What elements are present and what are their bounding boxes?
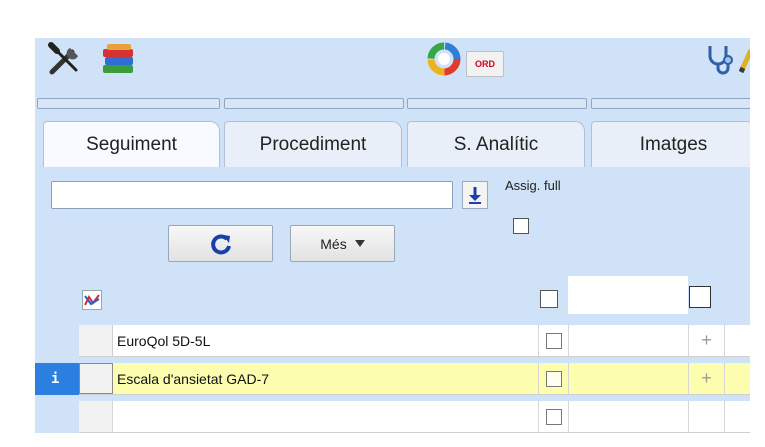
tab-imatges-label: Imatges xyxy=(639,133,708,155)
row-name-cell: EuroQol 5D-5L xyxy=(113,325,539,356)
table-row[interactable]: EuroQol 5D-5L + xyxy=(79,325,750,357)
stethoscope-icon[interactable] xyxy=(701,40,739,78)
refresh-button[interactable] xyxy=(168,225,273,262)
ord-label: ORD xyxy=(475,59,495,69)
splitter-4[interactable] xyxy=(591,98,750,109)
row-add-button[interactable]: + xyxy=(689,325,725,356)
main-panel: ORD Seguiment Procediment S. Analític Im… xyxy=(35,38,750,433)
row-checkbox-cell[interactable] xyxy=(539,401,569,432)
mes-button[interactable]: Més xyxy=(290,225,395,262)
table-row[interactable] xyxy=(79,401,750,433)
cycle-icon[interactable] xyxy=(423,40,465,78)
new-document-icon[interactable] xyxy=(689,286,711,308)
tab-procediment-label: Procediment xyxy=(259,133,367,155)
tab-s-analitic[interactable]: S. Analític xyxy=(407,121,585,167)
ord-button[interactable]: ORD xyxy=(466,51,504,77)
chart-icon[interactable] xyxy=(82,290,102,310)
info-icon: i xyxy=(51,371,60,387)
row-handle[interactable] xyxy=(79,325,113,356)
splitter-3[interactable] xyxy=(407,98,587,109)
download-arrow-icon xyxy=(469,187,481,204)
row-add-button[interactable] xyxy=(689,401,725,432)
app-window: ORD Seguiment Procediment S. Analític Im… xyxy=(0,0,765,447)
assig-full-checkbox[interactable] xyxy=(513,218,529,234)
header-field xyxy=(568,276,688,314)
row-checkbox-cell[interactable] xyxy=(539,363,569,394)
tab-imatges[interactable]: Imatges xyxy=(591,121,750,167)
tab-seguiment-label: Seguiment xyxy=(86,133,177,155)
row-checkbox[interactable] xyxy=(545,332,562,349)
row-value-cell[interactable] xyxy=(569,401,689,432)
row-checkbox[interactable] xyxy=(545,408,562,425)
row-handle[interactable] xyxy=(79,401,113,432)
plus-icon: + xyxy=(701,368,712,388)
splitter-2[interactable] xyxy=(224,98,404,109)
plus-icon: + xyxy=(701,330,712,350)
row-label: Escala d'ansietat GAD-7 xyxy=(117,370,270,387)
table-row[interactable]: Escala d'ansietat GAD-7 + xyxy=(79,363,750,395)
tab-s-analitic-label: S. Analític xyxy=(453,133,539,155)
row-name-cell xyxy=(113,401,539,432)
row-label: EuroQol 5D-5L xyxy=(117,332,211,349)
row-checkbox[interactable] xyxy=(545,370,562,387)
assig-full-label: Assig. full xyxy=(505,178,561,193)
row-value-cell[interactable] xyxy=(569,363,689,394)
info-indicator[interactable]: i xyxy=(35,363,79,395)
search-input[interactable] xyxy=(51,181,453,209)
row-value-cell[interactable] xyxy=(569,325,689,356)
tab-procediment[interactable]: Procediment xyxy=(224,121,402,167)
tools-icon[interactable] xyxy=(41,40,91,78)
tab-seguiment[interactable]: Seguiment xyxy=(43,121,220,167)
row-checkbox-cell[interactable] xyxy=(539,325,569,356)
splitter-1[interactable] xyxy=(37,98,220,109)
mes-label: Més xyxy=(320,235,347,252)
pen-icon[interactable] xyxy=(739,40,750,78)
chevron-down-icon xyxy=(354,239,365,247)
row-handle[interactable] xyxy=(79,363,113,394)
refresh-icon xyxy=(210,233,231,254)
header-checkbox[interactable] xyxy=(540,290,558,308)
download-button[interactable] xyxy=(462,181,488,209)
row-name-cell: Escala d'ansietat GAD-7 xyxy=(113,363,539,394)
books-icon[interactable] xyxy=(93,40,145,78)
row-add-button[interactable]: + xyxy=(689,363,725,394)
